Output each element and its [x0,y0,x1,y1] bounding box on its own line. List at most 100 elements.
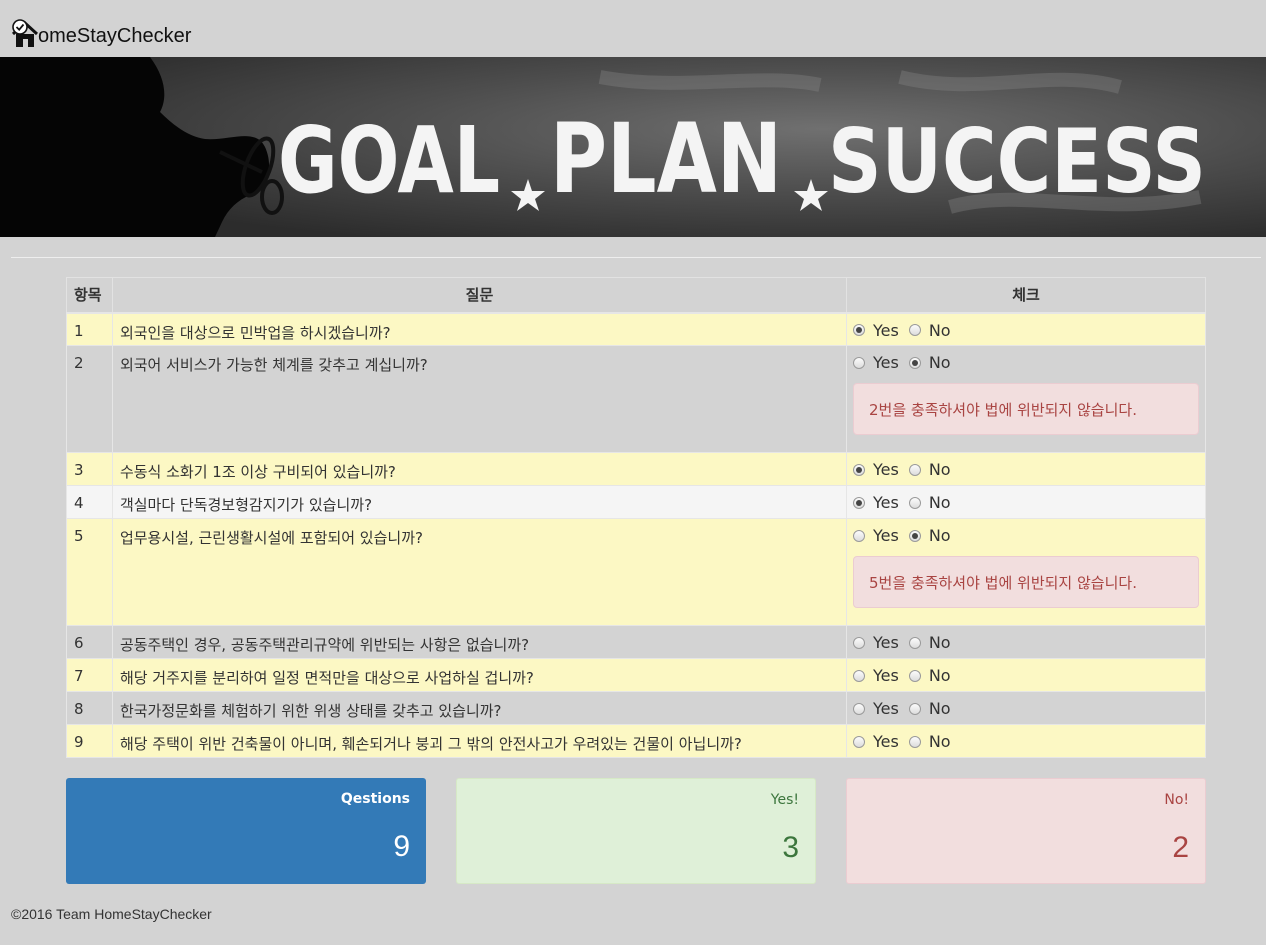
brand-text: omeStayChecker [38,25,192,47]
row-check: Yes No [845,724,1207,758]
radio-no[interactable] [908,529,921,542]
row-number: 6 [66,625,113,659]
radio-no[interactable] [908,702,921,715]
radio-yes-label[interactable]: Yes [873,460,899,479]
row-check: Yes No [845,485,1207,519]
radio-no-label[interactable]: No [929,699,951,718]
table-header-row: 항목 질문 체크 [66,277,1207,314]
row-question: 외국어 서비스가 가능한 체계를 갖추고 계십니까? [111,345,847,453]
yes-no-radio-group: Yes No [852,460,1199,479]
row-number: 5 [66,518,113,626]
radio-yes[interactable] [852,702,865,715]
banner-word-plan: PLAN [550,103,782,215]
brand-link[interactable]: omeStayChecker [11,16,191,48]
header-question: 질문 [111,277,847,314]
radio-no-label[interactable]: No [929,321,951,340]
yes-no-radio-group: Yes No [852,493,1199,512]
yes-no-radio-group: Yes No [852,699,1199,718]
radio-no[interactable] [908,324,921,336]
radio-yes[interactable] [852,529,865,542]
row-question: 업무용시설, 근린생활시설에 포함되어 있습니까? [111,518,847,626]
table-row: 5 업무용시설, 근린생활시설에 포함되어 있습니까? Yes No 5번을 충족하셔야… [66,518,1207,626]
banner-word-success: SUCCESS [828,110,1206,213]
radio-no[interactable] [908,356,921,369]
table-row: 6 공동주택인 경우, 공동주택관리규약에 위반되는 사항은 없습니까? Yes No [66,625,1207,659]
row-question: 공동주택인 경우, 공동주택관리규약에 위반되는 사항은 없습니까? [111,625,847,659]
table-row: 1 외국인을 대상으로 민박업을 하시겠습니까? Yes No [66,312,1207,346]
footer-copyright: ©2016 Team HomeStayChecker [11,906,212,922]
radio-yes[interactable] [852,356,865,369]
row-question: 외국인을 대상으로 민박업을 하시겠습니까? [111,312,847,346]
row-check: Yes No [845,625,1207,659]
radio-yes[interactable] [852,324,865,336]
radio-yes-label[interactable]: Yes [873,526,899,545]
row-number: 2 [66,345,113,453]
row-question: 한국가정문화를 체험하기 위한 위생 상태를 갖추고 있습니까? [111,691,847,725]
row-question: 수동식 소화기 1조 이상 구비되어 있습니까? [111,452,847,486]
yes-value: 3 [782,831,799,864]
row-check: Yes No 5번을 충족하셔야 법에 위반되지 않습니다. [845,518,1207,626]
table-row: 8 한국가정문화를 체험하기 위한 위생 상태를 갖추고 있습니까? Yes No [66,691,1207,725]
header-check: 체크 [845,277,1207,314]
radio-no-label[interactable]: No [929,732,951,751]
row-number: 8 [66,691,113,725]
radio-yes[interactable] [852,463,865,476]
radio-yes-label[interactable]: Yes [873,699,899,718]
warning-alert: 5번을 충족하셔야 법에 위반되지 않습니다. [852,556,1199,608]
radio-yes-label[interactable]: Yes [873,321,899,340]
yes-no-radio-group: Yes No [852,732,1199,751]
row-question: 객실마다 단독경보형감지기가 있습니까? [111,485,847,519]
yes-no-radio-group: Yes No [852,526,1199,545]
questions-count-panel: Qestions 9 [66,778,426,884]
radio-yes[interactable] [852,735,865,748]
row-question: 해당 주택이 위반 건축물이 아니며, 훼손되거나 붕괴 그 밖의 안전사고가 … [111,724,847,758]
radio-no[interactable] [908,636,921,649]
questions-value: 9 [393,830,410,863]
yes-count-panel: Yes! 3 [456,778,816,884]
radio-no[interactable] [908,496,921,509]
radio-yes[interactable] [852,669,865,682]
table-row: 3 수동식 소화기 1조 이상 구비되어 있습니까? Yes No [66,452,1207,486]
row-number: 4 [66,485,113,519]
radio-yes-label[interactable]: Yes [873,633,899,652]
yes-no-radio-group: Yes No [852,353,1199,372]
radio-no[interactable] [908,735,921,748]
header-number: 항목 [66,277,113,314]
row-check: Yes No [845,658,1207,692]
row-check: Yes No [845,691,1207,725]
warning-alert: 2번을 충족하셔야 법에 위반되지 않습니다. [852,383,1199,435]
house-check-icon [11,18,39,48]
yes-label: Yes! [770,792,799,808]
row-question: 해당 거주지를 분리하여 일정 면적만을 대상으로 사업하실 겁니까? [111,658,847,692]
radio-no-label[interactable]: No [929,460,951,479]
radio-yes-label[interactable]: Yes [873,732,899,751]
table-row: 9 해당 주택이 위반 건축물이 아니며, 훼손되거나 붕괴 그 밖의 안전사고가… [66,724,1207,758]
radio-no[interactable] [908,463,921,476]
radio-no-label[interactable]: No [929,353,951,372]
divider [11,257,1261,258]
radio-yes-label[interactable]: Yes [873,353,899,372]
radio-no-label[interactable]: No [929,526,951,545]
yes-no-radio-group: Yes No [852,321,1199,340]
radio-yes[interactable] [852,636,865,649]
yes-no-radio-group: Yes No [852,666,1199,685]
table-row: 2 외국어 서비스가 가능한 체계를 갖추고 계십니까? Yes No 2번을 충족하셔… [66,345,1207,453]
no-label: No! [1164,792,1189,808]
table-row: 7 해당 거주지를 분리하여 일정 면적만을 대상으로 사업하실 겁니까? Yes N… [66,658,1207,692]
radio-no-label[interactable]: No [929,493,951,512]
radio-yes-label[interactable]: Yes [873,666,899,685]
questions-label: Qestions [340,791,410,807]
radio-yes-label[interactable]: Yes [873,493,899,512]
top-navbar: omeStayChecker [0,0,1266,57]
hero-banner-image: GOAL PLAN SUCCESS [0,57,1266,237]
checklist-table: 항목 질문 체크 1 외국인을 대상으로 민박업을 하시겠습니까? Yes No 2 외국… [66,277,1207,758]
radio-no-label[interactable]: No [929,633,951,652]
radio-no[interactable] [908,669,921,682]
row-number: 7 [66,658,113,692]
banner-word-goal: GOAL [278,107,500,214]
row-number: 9 [66,724,113,758]
table-row: 4 객실마다 단독경보형감지기가 있습니까? Yes No [66,485,1207,519]
radio-yes[interactable] [852,496,865,509]
radio-no-label[interactable]: No [929,666,951,685]
row-check: Yes No 2번을 충족하셔야 법에 위반되지 않습니다. [845,345,1207,453]
